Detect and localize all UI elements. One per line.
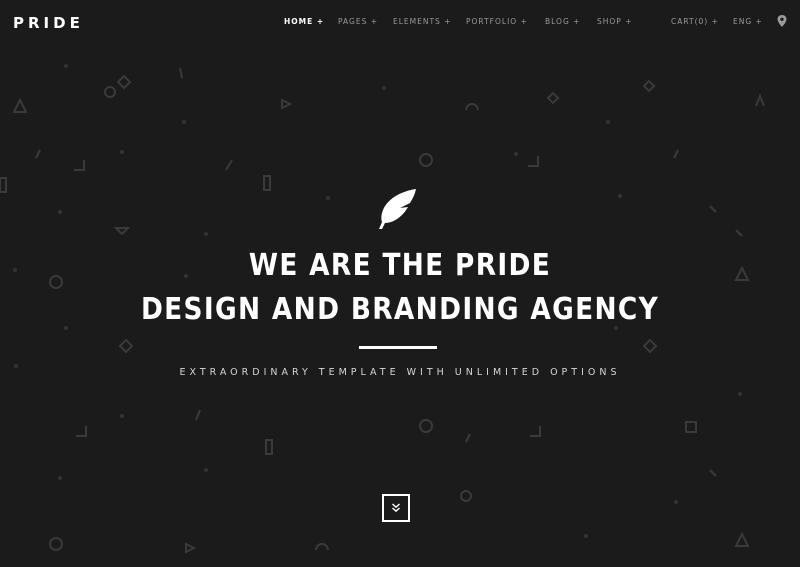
nav-item-home[interactable]: HOME + [284, 17, 324, 26]
site-header: PRIDE HOME + PAGES + ELEMENTS + PORTFOLI… [0, 0, 800, 44]
nav-item-shop[interactable]: SHOP + [597, 17, 633, 26]
double-chevron-down-icon [392, 503, 400, 513]
hero-title: WE ARE THE PRIDE DESIGN AND BRANDING AGE… [48, 244, 752, 332]
nav-item-portfolio[interactable]: PORTFOLIO + [466, 17, 528, 26]
nav-item-blog[interactable]: BLOG + [545, 17, 580, 26]
nav-item-pages[interactable]: PAGES + [338, 17, 378, 26]
scroll-down-button[interactable] [382, 494, 410, 522]
map-pin-icon[interactable] [777, 15, 787, 27]
hero-divider [359, 346, 437, 349]
hero-subtitle: EXTRAORDINARY TEMPLATE WITH UNLIMITED OP… [179, 367, 621, 378]
hero-title-line-2: DESIGN AND BRANDING AGENCY [140, 292, 660, 327]
nav-item-language[interactable]: ENG + [733, 17, 763, 26]
hero-title-line-1: WE ARE THE PRIDE [248, 248, 552, 283]
nav-item-cart[interactable]: CART(0) + [671, 17, 719, 26]
main-nav: HOME + PAGES + ELEMENTS + PORTFOLIO + BL… [0, 17, 800, 29]
nav-item-elements[interactable]: ELEMENTS + [393, 17, 452, 26]
feather-icon [379, 189, 416, 229]
